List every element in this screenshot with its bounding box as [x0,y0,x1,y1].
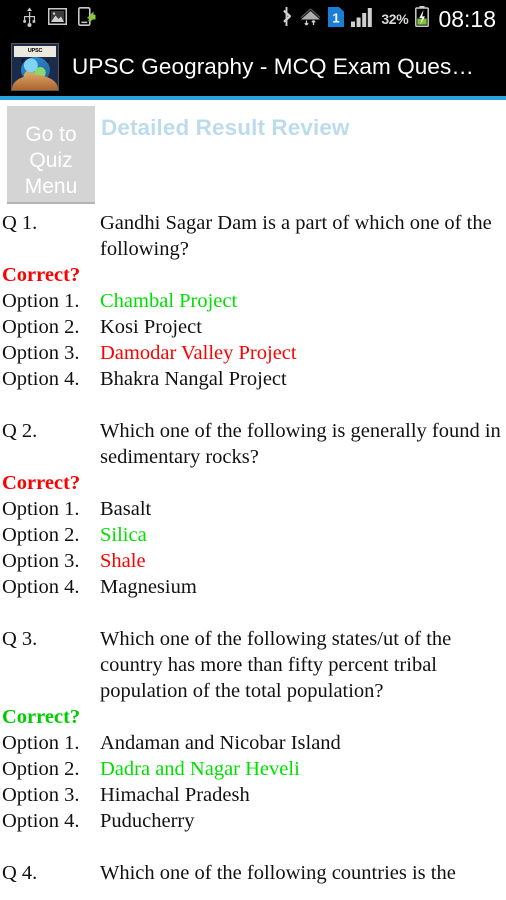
option-row: Option 3. Shale [0,548,506,574]
battery-charging-icon [415,6,430,32]
question-row: Q 1. Gandhi Sagar Dam is a part of which … [0,210,506,262]
status-bar-clock: 08:18 [438,5,496,32]
screenshot-image-icon [47,7,68,30]
option-text: Basalt [100,498,152,520]
option-label: Option 4. [2,810,80,832]
option-label: Option 3. [2,342,80,364]
bluetooth-icon [280,6,293,32]
option-row: Option 2. Silica [0,522,506,548]
option-text: Silica [100,524,147,546]
option-label: Option 1. [2,498,80,520]
option-text: Puducherry [100,810,195,832]
question-text: Gandhi Sagar Dam is a part of which one … [100,212,492,260]
question-text: Which one of the following is generally … [100,420,501,468]
sim-one-icon: 1 [328,6,345,32]
option-label: Option 1. [2,732,80,754]
question-block: Q 4. Which one of the following countries… [0,860,506,886]
option-text: Chambal Project [100,290,238,312]
question-text: Which one of the following states/ut of … [100,628,452,702]
question-block: Q 3. Which one of the following states/ut… [0,626,506,834]
option-label: Option 2. [2,316,80,338]
answer-verdict-label: Correct? [2,472,81,494]
status-bar-left-icons [22,7,96,32]
usb-icon [22,7,37,32]
option-text: Bhakra Nangal Project [100,368,287,390]
option-row: Option 1. Basalt [0,496,506,522]
svg-text:1: 1 [333,10,340,25]
option-row: Option 2. Dadra and Nagar Heveli [0,756,506,782]
option-row: Option 1. Andaman and Nicobar Island [0,730,506,756]
answer-verdict-label: Correct? [2,264,81,286]
detailed-result-review-list: Q 1. Gandhi Sagar Dam is a part of which … [0,210,506,886]
option-text: Shale [100,550,146,572]
page-header: Go to Quiz Menu Detailed Result Review [0,100,506,210]
option-label: Option 4. [2,576,80,598]
option-row: Option 2. Kosi Project [0,314,506,340]
app-title-bar: UPSC Geography UPSC Geography - MCQ Exam… [0,38,506,96]
go-to-quiz-menu-button[interactable]: Go to Quiz Menu [7,106,95,204]
file-transfer-icon [78,7,96,31]
page-title: Detailed Result Review [101,115,350,140]
option-row: Option 1. Chambal Project [0,288,506,314]
answer-verdict-label: Correct? [2,706,81,728]
option-text: Himachal Pradesh [100,784,250,806]
option-label: Option 2. [2,758,80,780]
question-text: Which one of the following countries is … [100,862,456,884]
option-row: Option 4. Magnesium [0,574,506,600]
option-label: Option 4. [2,368,80,390]
question-row: Q 2. Which one of the following is genera… [0,418,506,470]
option-label: Option 3. [2,550,80,572]
status-bar-right-icons: 1 32% 08:18 [280,0,496,38]
hands-icon [12,75,58,90]
option-row: Option 3. Himachal Pradesh [0,782,506,808]
app-icon-label: UPSC Geography [14,46,56,65]
battery-percent-label: 32% [381,11,409,27]
option-text: Damodar Valley Project [100,342,297,364]
option-row: Option 4. Bhakra Nangal Project [0,366,506,392]
wifi-icon [300,6,321,32]
option-label: Option 2. [2,524,80,546]
question-number: Q 2. [2,420,38,442]
app-icon: UPSC Geography [11,43,59,91]
question-number: Q 4. [2,862,38,884]
question-number: Q 3. [2,628,38,650]
option-text: Kosi Project [100,316,202,338]
question-number: Q 1. [2,212,38,234]
option-row: Option 3. Damodar Valley Project [0,340,506,366]
question-block: Q 2. Which one of the following is genera… [0,418,506,600]
app-title: UPSC Geography - MCQ Exam Ques… [72,54,474,79]
option-text: Andaman and Nicobar Island [100,732,341,754]
signal-bars-icon [351,7,374,32]
option-text: Magnesium [100,576,197,598]
option-text: Dadra and Nagar Heveli [100,758,300,780]
option-label: Option 3. [2,784,80,806]
option-label: Option 1. [2,290,80,312]
option-row: Option 4. Puducherry [0,808,506,834]
android-status-bar: 1 32% 08:18 [0,0,506,38]
question-block: Q 1. Gandhi Sagar Dam is a part of which … [0,210,506,392]
question-row: Q 4. Which one of the following countries… [0,860,506,886]
question-row: Q 3. Which one of the following states/ut… [0,626,506,704]
